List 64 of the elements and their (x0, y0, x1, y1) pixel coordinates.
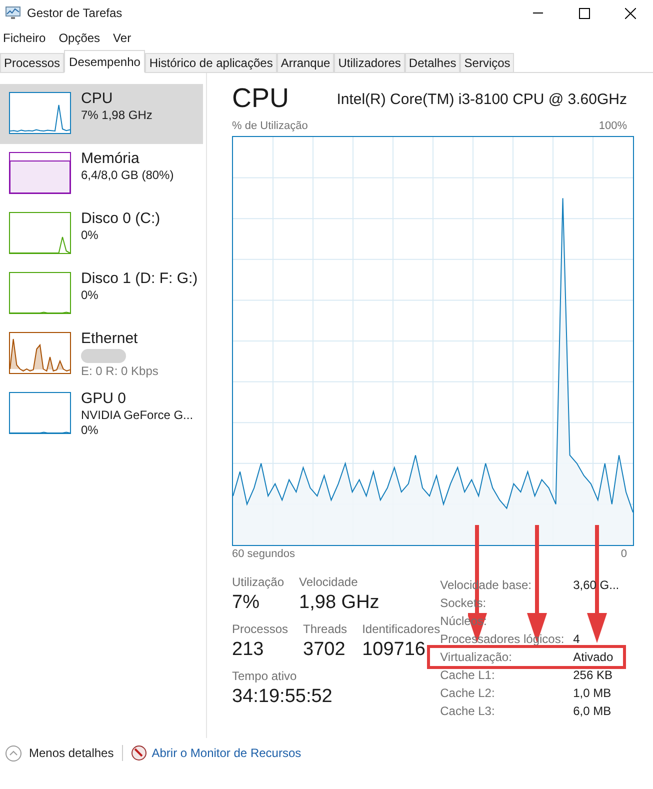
resource-item[interactable]: Memória 6,4/8,0 GB (80%) (0, 144, 203, 204)
resource-name: Disco 1 (D: F: G:) (81, 269, 198, 288)
monitor-icon (5, 6, 21, 20)
resource-detail: 6,4/8,0 GB (80%) (81, 168, 174, 183)
spec-label: Virtualização: (440, 649, 513, 666)
resource-item[interactable]: Ethernet E: 0 R: 0 Kbps (0, 324, 203, 384)
stat-value: 3702 (303, 638, 346, 662)
spec-value: 6,0 MB (573, 703, 612, 720)
tab[interactable]: Detalhes (404, 53, 460, 73)
axis-label: 60 segundos (232, 546, 295, 562)
resource-detail: 0% (81, 423, 100, 438)
spec-value: 1,0 MB (573, 685, 612, 702)
stat-value: 7% (232, 591, 260, 615)
resource-name: Memória (81, 149, 140, 168)
axis-label: % de Utilização (232, 119, 308, 134)
tab[interactable]: Utilizadores (334, 53, 405, 73)
resource-detail: NVIDIA GeForce G... (81, 408, 194, 423)
stat-label: Tempo ativo (232, 668, 298, 684)
stat-label: Threads (303, 621, 348, 637)
resource-item[interactable]: Disco 1 (D: F: G:) 0% (0, 264, 203, 324)
spec-label: Cache L1: (440, 667, 496, 684)
resource-detail: 7% 1,98 GHz (81, 108, 152, 123)
tab[interactable]: Processos (0, 53, 64, 73)
spec-value: 256 KB (573, 667, 612, 684)
stat-label: Velocidade (299, 574, 359, 590)
menu-item[interactable]: Ver (110, 29, 134, 47)
resource-detail: E: 0 R: 0 Kbps (81, 364, 158, 379)
axis-max-label: 100% (598, 119, 627, 134)
stat-value: 213 (232, 638, 265, 662)
resource-item[interactable]: GPU 0 NVIDIA GeForce G... 0% (0, 384, 203, 444)
panel-title: CPU (232, 83, 290, 113)
stat-label: Identificadores (362, 621, 440, 637)
tab[interactable]: Serviços (460, 53, 514, 73)
menu-item[interactable]: Opções (56, 29, 104, 47)
tab[interactable]: Arranque (276, 53, 334, 73)
spec-value: Ativado (573, 649, 614, 666)
window-title: Gestor de Tarefas (27, 5, 122, 22)
axis-min-label: 0 (620, 546, 627, 562)
resource-detail: 0% (81, 288, 100, 303)
close-icon (624, 8, 636, 18)
resource-name: Ethernet (81, 329, 139, 348)
processor-model: Intel(R) Core(TM) i3-8100 CPU @ 3.60GHz (336, 90, 627, 110)
fewer-details-button[interactable]: Menos detalhes (29, 744, 114, 762)
stat-label: Processos (232, 621, 288, 637)
menu-item[interactable]: Ficheiro (0, 29, 49, 47)
collapse-icon[interactable] (5, 744, 22, 762)
spec-label: Cache L3: (440, 703, 496, 720)
resource-name: CPU (81, 89, 114, 108)
resource-item[interactable]: CPU 7% 1,98 GHz (0, 84, 203, 144)
resource-monitor-link[interactable]: Abrir o Monitor de Recursos (152, 744, 302, 762)
resource-monitor-icon (130, 745, 147, 761)
resource-name: GPU 0 (81, 389, 128, 408)
tab[interactable]: Histórico de aplicações (145, 53, 277, 73)
resource-name: Disco 0 (C:) (81, 209, 160, 228)
resource-item[interactable]: Disco 0 (C:) 0% (0, 204, 203, 264)
tab[interactable]: Desempenho (64, 50, 146, 73)
resource-detail: 0% (81, 228, 100, 243)
stat-label: Utilização (232, 574, 284, 590)
spec-label: Cache L2: (440, 685, 496, 702)
stat-value: 109716 (362, 638, 426, 662)
stat-value: 1,98 GHz (299, 591, 380, 615)
maximize-icon (578, 8, 590, 18)
stat-value: 34:19:55:52 (232, 685, 332, 709)
spec-value: 4 (573, 631, 580, 648)
